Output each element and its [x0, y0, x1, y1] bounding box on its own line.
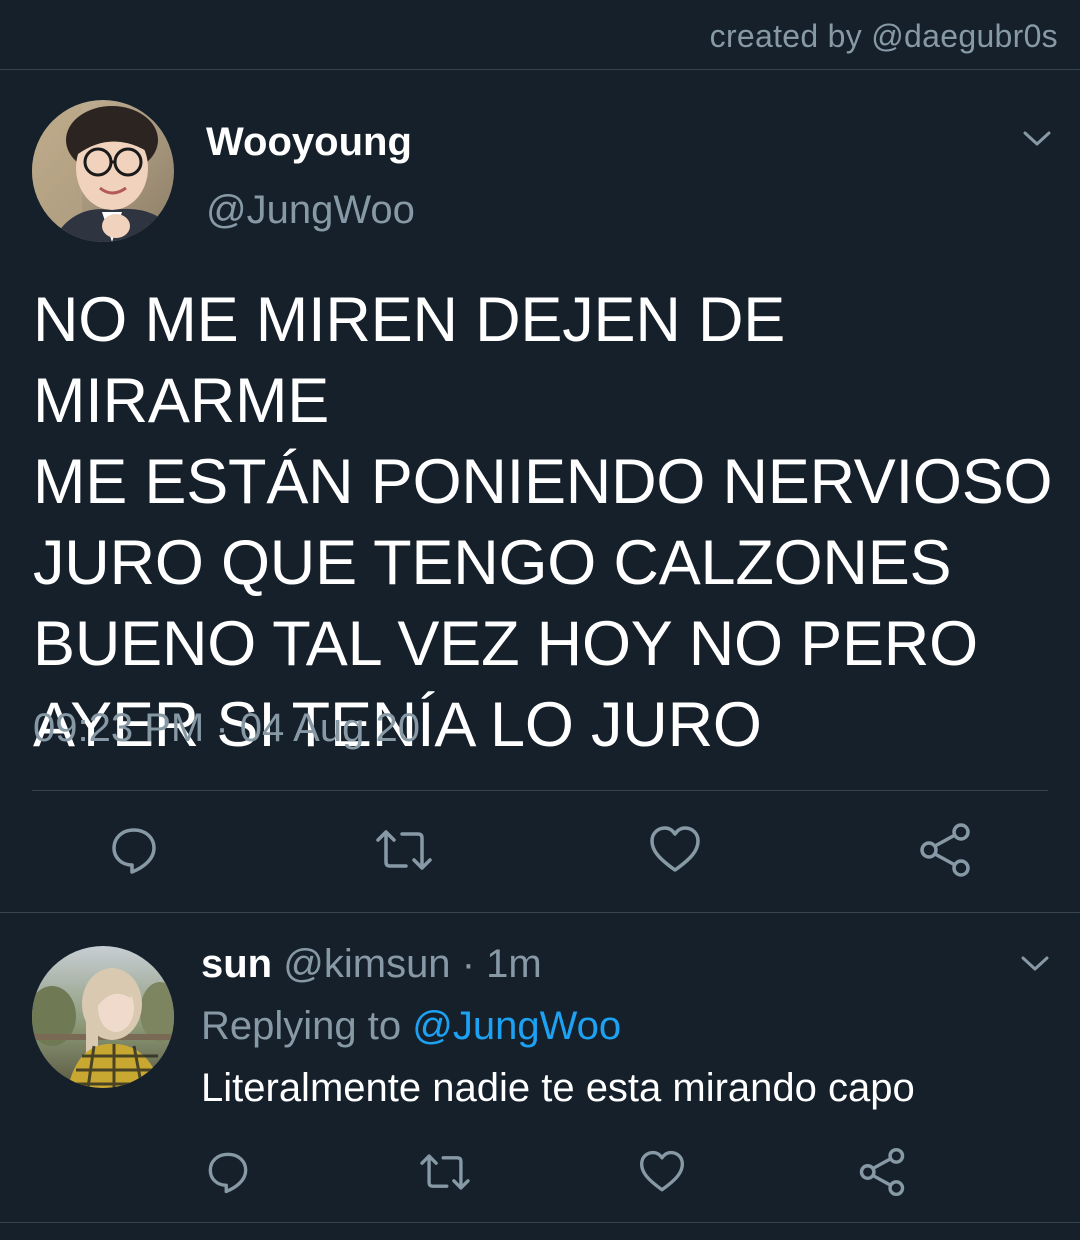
- reply-header: sun @kimsun · 1m: [201, 942, 542, 987]
- credit-text: created by @daegubr0s: [709, 18, 1058, 54]
- reply-icon[interactable]: [198, 1142, 258, 1202]
- divider: [32, 790, 1048, 791]
- reply-menu-chevron-down-icon[interactable]: [1018, 953, 1052, 975]
- replying-mention-link[interactable]: @JungWoo: [412, 1004, 621, 1048]
- like-icon[interactable]: [632, 1142, 692, 1202]
- retweet-icon[interactable]: [415, 1142, 475, 1202]
- share-icon[interactable]: [852, 1142, 912, 1202]
- reply-icon[interactable]: [104, 820, 164, 880]
- author-handle[interactable]: @JungWoo: [206, 188, 415, 233]
- reply-author-name[interactable]: sun: [201, 942, 272, 986]
- reply-text: Literalmente nadie te esta mirando capo: [201, 1066, 915, 1110]
- reply-separator: ·: [461, 942, 476, 986]
- tweet-divider: [0, 912, 1080, 913]
- author-name[interactable]: Wooyoung: [206, 120, 412, 165]
- replying-to: Replying to @JungWoo: [201, 1004, 621, 1049]
- tweet-text: NO ME MIREN DEJEN DE MIRARME ME ESTÁN PO…: [33, 285, 1053, 760]
- reply-time[interactable]: 1m: [486, 942, 542, 986]
- replying-prefix: Replying to: [201, 1004, 402, 1048]
- tweet-timestamp[interactable]: 09:23 PM · 04 Aug 20: [33, 706, 420, 751]
- tweet-menu-chevron-down-icon[interactable]: [1020, 128, 1054, 150]
- like-icon[interactable]: [645, 820, 705, 880]
- author-avatar[interactable]: [32, 100, 174, 242]
- reply-author-avatar[interactable]: [32, 946, 174, 1088]
- credit-bar: created by @daegubr0s: [0, 0, 1080, 70]
- reply-author-handle[interactable]: @kimsun: [283, 942, 450, 986]
- reply-divider: [0, 1222, 1080, 1223]
- share-icon[interactable]: [915, 820, 975, 880]
- retweet-icon[interactable]: [374, 820, 434, 880]
